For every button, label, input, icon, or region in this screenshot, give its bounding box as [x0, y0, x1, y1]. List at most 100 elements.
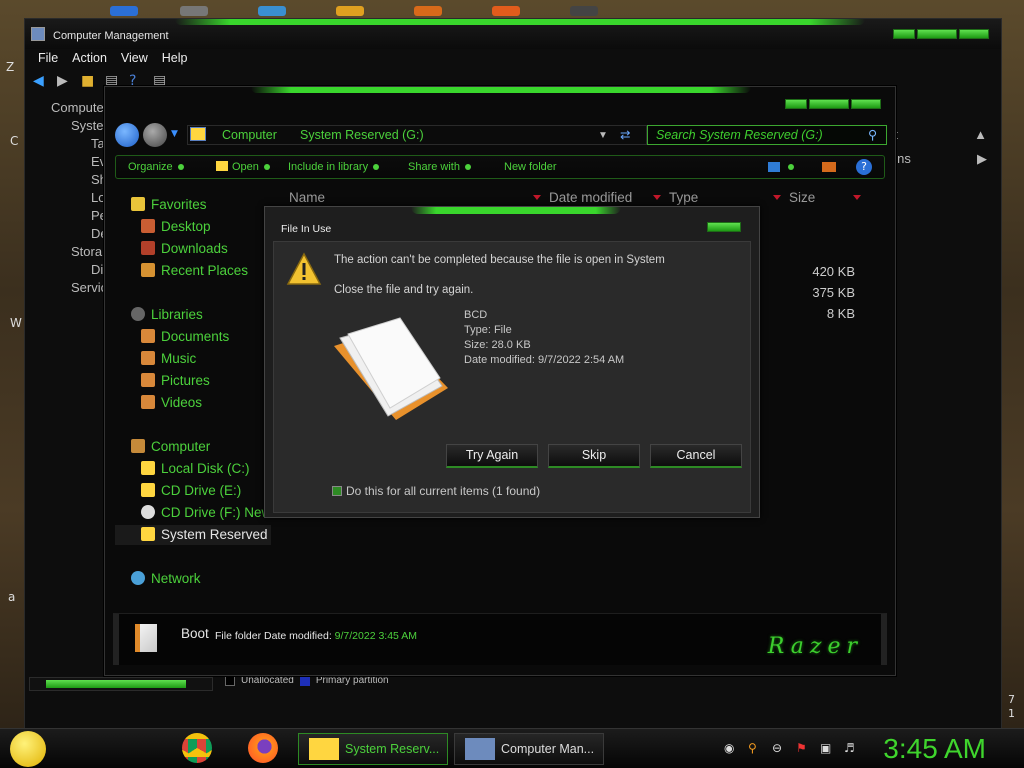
- top-icon-1[interactable]: [110, 6, 138, 16]
- preview-pane-icon[interactable]: [822, 162, 836, 172]
- explorer-close-button[interactable]: [851, 99, 881, 109]
- tray-search-icon[interactable]: ⚲: [748, 742, 760, 754]
- address-bar[interactable]: Computer System Reserved (G:) ▼ ⇄: [187, 125, 647, 145]
- nav-downloads[interactable]: Downloads: [141, 239, 228, 259]
- nav-cd-drive-e[interactable]: CD Drive (E:): [141, 481, 241, 501]
- file-in-use-dialog: File In Use The action can't be complete…: [264, 206, 760, 518]
- tray-volume-icon[interactable]: ♬: [844, 742, 856, 754]
- nav-documents[interactable]: Documents: [141, 327, 229, 347]
- nav-system-reserved[interactable]: System Reserved: [115, 525, 271, 545]
- open-button[interactable]: Open: [216, 161, 270, 173]
- menu-file[interactable]: File: [31, 49, 65, 69]
- top-icon-7[interactable]: [570, 6, 598, 16]
- taskbar-computer-management-button[interactable]: Computer Man...: [454, 733, 604, 765]
- cm-minimize-button[interactable]: [893, 29, 915, 39]
- menu-action[interactable]: Action: [65, 49, 114, 69]
- collapse-up-icon[interactable]: ▲: [974, 123, 987, 147]
- nav-computer[interactable]: Computer: [131, 437, 210, 457]
- desktop-letter-4: a: [8, 590, 16, 604]
- help-icon[interactable]: ?: [856, 159, 872, 175]
- nav-local-disk-c[interactable]: Local Disk (C:): [141, 459, 250, 479]
- taskbar-clock[interactable]: 3:45 AM: [883, 733, 986, 765]
- top-icon-2[interactable]: [180, 6, 208, 16]
- dialog-close-button[interactable]: [707, 222, 741, 232]
- tray-minus-icon[interactable]: ⊖: [772, 742, 784, 754]
- breadcrumb-system-reserved[interactable]: System Reserved (G:): [300, 128, 424, 142]
- skip-button[interactable]: Skip: [548, 444, 640, 468]
- tray-flag-icon[interactable]: ⚑: [796, 742, 808, 754]
- forward-button[interactable]: [143, 123, 167, 147]
- nav-pictures[interactable]: Pictures: [141, 371, 210, 391]
- nav-cd-e-label: CD Drive (E:): [161, 483, 242, 498]
- explorer-minimize-button[interactable]: [785, 99, 807, 109]
- address-dropdown-icon[interactable]: ▼: [598, 130, 608, 141]
- nav-libraries[interactable]: Libraries: [131, 305, 203, 325]
- date-sort-icon[interactable]: [653, 195, 661, 200]
- menu-help[interactable]: Help: [155, 49, 195, 69]
- type-sort-icon[interactable]: [773, 195, 781, 200]
- explorer-titlebar[interactable]: [105, 87, 895, 99]
- taskbar-explorer-button[interactable]: System Reserv...: [298, 733, 448, 765]
- back-arrow-icon[interactable]: ◀: [33, 74, 49, 88]
- warning-icon: [286, 252, 322, 285]
- checkbox-box[interactable]: [332, 486, 342, 496]
- menu-view[interactable]: View: [114, 49, 155, 69]
- name-sort-icon[interactable]: [533, 195, 541, 200]
- new-folder-button[interactable]: New folder: [504, 161, 557, 173]
- top-icon-5[interactable]: [414, 6, 442, 16]
- column-type[interactable]: Type: [669, 190, 698, 205]
- nav-desktop[interactable]: Desktop: [141, 217, 211, 237]
- include-in-library-button[interactable]: Include in library: [288, 161, 380, 173]
- forward-arrow-icon[interactable]: ▶: [57, 74, 73, 88]
- top-icon-6[interactable]: [492, 6, 520, 16]
- computer-icon: [131, 439, 145, 453]
- nav-videos[interactable]: Videos: [141, 393, 202, 413]
- column-date-modified[interactable]: Date modified: [549, 190, 632, 205]
- view-dropdown-icon[interactable]: [788, 164, 794, 170]
- try-again-button[interactable]: Try Again: [446, 444, 538, 468]
- start-button[interactable]: [10, 731, 46, 767]
- command-bar: Organize Open Include in library Share w…: [115, 155, 885, 179]
- cm-maximize-button[interactable]: [917, 29, 957, 39]
- actions-header[interactable]: nt▲: [881, 123, 993, 147]
- share-with-button[interactable]: Share with: [408, 161, 471, 173]
- chrome-icon[interactable]: [182, 733, 212, 763]
- refresh-icon[interactable]: ⇄: [620, 127, 630, 142]
- firefox-icon[interactable]: [248, 733, 278, 763]
- details-date-label: Date modified:: [264, 630, 332, 642]
- nav-recent-places[interactable]: Recent Places: [141, 261, 248, 281]
- details-name: Boot: [181, 626, 209, 641]
- nav-network[interactable]: Network: [131, 569, 201, 589]
- scrollbar-thumb[interactable]: [46, 680, 186, 688]
- documents-icon: [141, 329, 155, 343]
- top-icon-3[interactable]: [258, 6, 286, 16]
- search-icon[interactable]: ⚲: [868, 127, 877, 142]
- cancel-button[interactable]: Cancel: [650, 444, 742, 468]
- tray-network-icon[interactable]: ▣: [820, 742, 832, 754]
- top-icon-4[interactable]: [336, 6, 364, 16]
- drive-icon: [309, 738, 339, 760]
- nav-music[interactable]: Music: [141, 349, 196, 369]
- organize-button[interactable]: Organize: [128, 161, 184, 173]
- recent-pages-chevron-icon[interactable]: ▼: [171, 129, 178, 139]
- edge-number-2: 1: [1008, 707, 1015, 720]
- cm-titlebar[interactable]: Computer Management: [25, 19, 1001, 49]
- nav-favorites[interactable]: Favorites: [131, 195, 207, 215]
- dialog-titlebar[interactable]: File In Use: [265, 207, 759, 237]
- breadcrumb-computer[interactable]: Computer: [222, 128, 277, 142]
- cm-horizontal-scrollbar[interactable]: [29, 677, 213, 691]
- view-options-icon[interactable]: [768, 162, 780, 172]
- cm-close-button[interactable]: [959, 29, 989, 39]
- back-button[interactable]: [115, 123, 139, 147]
- search-box[interactable]: Search System Reserved (G:) ⚲: [647, 125, 887, 145]
- nav-computer-label: Computer: [151, 439, 211, 454]
- column-name[interactable]: Name: [289, 190, 325, 205]
- more-actions[interactable]: ions ▶: [881, 147, 993, 171]
- nav-cd-drive-f[interactable]: CD Drive (F:) New: [141, 503, 271, 523]
- explorer-maximize-button[interactable]: [809, 99, 849, 109]
- column-size[interactable]: Size: [789, 190, 815, 205]
- size-sort-icon[interactable]: [853, 195, 861, 200]
- apply-to-all-checkbox[interactable]: Do this for all current items (1 found): [332, 484, 540, 498]
- tray-disc-icon[interactable]: ◉: [724, 742, 736, 754]
- folder-up-icon[interactable]: ■: [81, 74, 97, 88]
